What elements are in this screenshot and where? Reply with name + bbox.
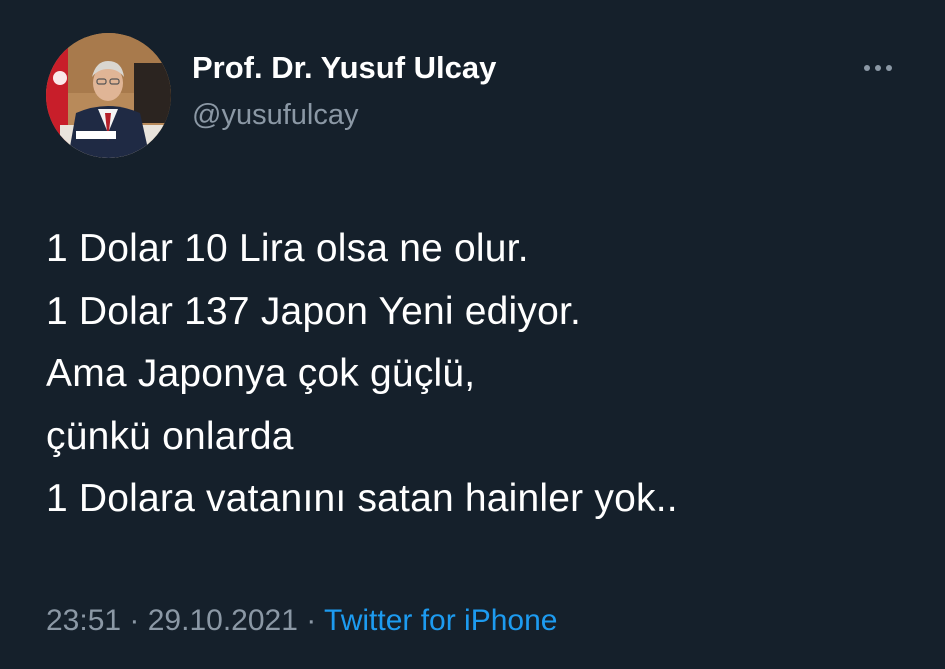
tweet-text-line: çünkü onlarda — [46, 414, 294, 458]
more-horizontal-icon — [886, 65, 892, 71]
tweet-date[interactable]: 29.10.2021 — [148, 604, 298, 637]
tweet-time[interactable]: 23:51 — [46, 604, 121, 637]
tweet-text-line: Ama Japonya çok güçlü, — [46, 352, 476, 395]
tweet-text-line: 1 Dolar 10 Lira olsa ne olur. — [46, 227, 529, 270]
more-horizontal-icon — [864, 65, 870, 71]
author-name[interactable]: Prof. Dr. Yusuf Ulcay — [192, 50, 496, 86]
tweet-text: 1 Dolar 10 Lira olsa ne olur. 1 Dolar 13… — [46, 218, 906, 531]
author-handle[interactable]: @yusufulcay — [192, 98, 358, 132]
more-horizontal-icon — [875, 65, 881, 71]
meta-separator: · — [297, 604, 325, 637]
tweet-text-line: 1 Dolar 137 Japon Yeni ediyor. — [46, 289, 582, 333]
tweet-card: Prof. Dr. Yusuf Ulcay @yusufulcay 1 Dola… — [0, 0, 945, 669]
author-avatar[interactable] — [46, 33, 171, 158]
meta-separator: · — [121, 604, 148, 637]
tweet-text-line: 1 Dolara vatanını satan hainler yok.. — [46, 477, 678, 520]
more-options-button[interactable] — [856, 56, 900, 80]
tweet-metadata: 23:51 · 29.10.2021 · Twitter for iPhone — [46, 601, 557, 641]
avatar-photo — [46, 33, 171, 158]
tweet-source-link[interactable]: Twitter for iPhone — [324, 604, 557, 637]
